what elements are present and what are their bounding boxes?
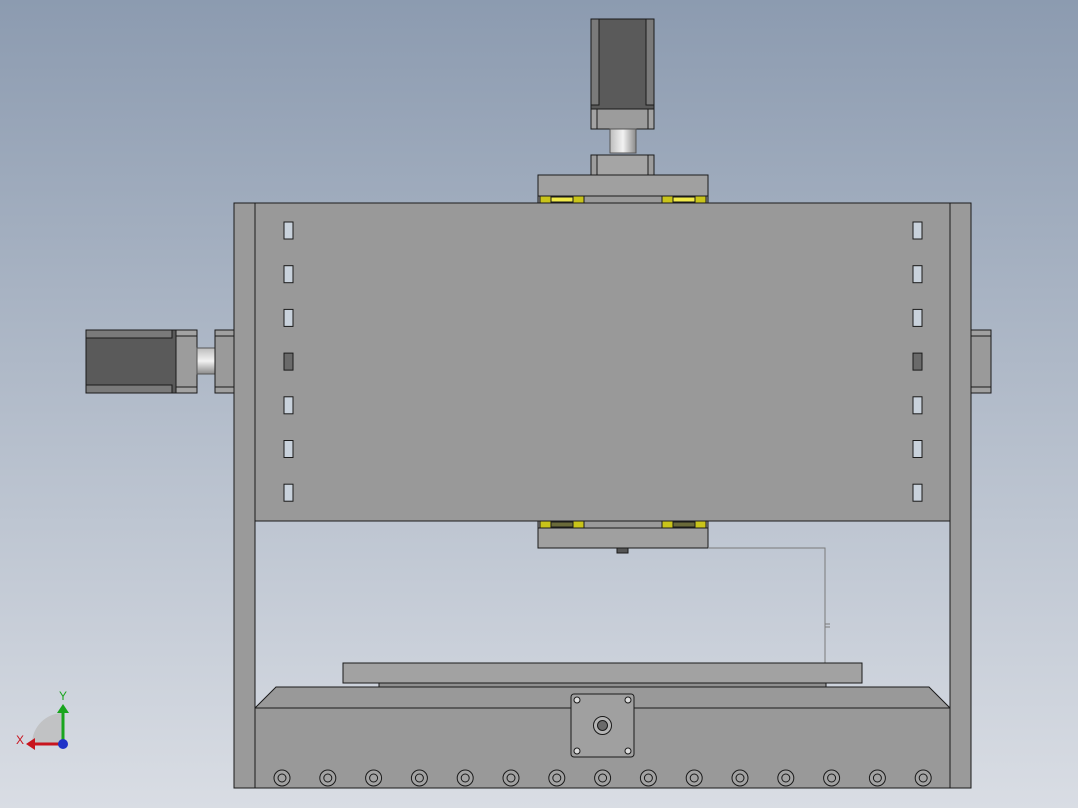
x-coupler-left-inner — [214, 335, 235, 388]
base-bolt-9 — [639, 769, 657, 787]
gantry-slot-right-3 — [912, 308, 923, 327]
gantry-slot-right-4 — [912, 352, 923, 371]
z-coupler-inner — [596, 154, 649, 176]
gantry-slot-left-3 — [283, 308, 294, 327]
frame-upright-left — [233, 202, 256, 789]
gantry-panel[interactable] — [254, 202, 951, 522]
base-bolt-row — [273, 769, 932, 787]
base-bolt-3 — [365, 769, 383, 787]
base-bolt-11 — [731, 769, 749, 787]
bearing-top-left-window — [550, 196, 574, 203]
bearing-bottom-right-window — [672, 521, 696, 528]
base-bolt-1 — [273, 769, 291, 787]
cad-model-view[interactable]: X Y — [0, 0, 1078, 808]
work-table[interactable] — [342, 662, 863, 688]
z-motor-edge-left — [590, 18, 600, 106]
triad-y-label: Y — [59, 689, 67, 703]
x-motor-edge-top — [85, 329, 173, 339]
frame-upright-right — [949, 202, 972, 789]
graphics-viewport[interactable]: X Y — [0, 0, 1078, 808]
base-bolt-8 — [594, 769, 612, 787]
z-motor-shaft — [609, 128, 637, 154]
x-motor-flange-inner — [175, 335, 198, 388]
x-motor-edge-bottom — [85, 384, 173, 394]
y-motor-screw-br — [624, 747, 632, 755]
base-bolt-2 — [319, 769, 337, 787]
z-carriage-top[interactable] — [537, 174, 709, 204]
base-bolt-13 — [823, 769, 841, 787]
gantry-slot-left-5 — [283, 396, 294, 415]
z-carriage-top-plate — [537, 174, 709, 197]
base-bolt-4 — [410, 769, 428, 787]
base-bolt-12 — [777, 769, 795, 787]
bearing-bottom-left-window — [550, 521, 574, 528]
gantry-slot-right-5 — [912, 396, 923, 415]
gantry-slot-left-7 — [283, 483, 294, 502]
y-motor-screw-tr — [624, 696, 632, 704]
base-bolt-5 — [456, 769, 474, 787]
z-motor-edge-right — [645, 18, 655, 106]
gantry-slot-right-1 — [912, 221, 923, 240]
spindle-tip — [616, 547, 629, 554]
y-motor-shaft-inner — [597, 720, 608, 731]
gantry-slot-left-4 — [283, 352, 294, 371]
base-bolt-10 — [685, 769, 703, 787]
x-motor-shaft — [196, 347, 216, 375]
z-carriage-bottom-plate — [537, 527, 709, 549]
base-bolt-14 — [868, 769, 886, 787]
gantry-slot-right-2 — [912, 265, 923, 284]
triad-z-axis — [58, 739, 68, 749]
triad-x-label: X — [16, 733, 24, 747]
gantry-slot-right-7 — [912, 483, 923, 502]
bearing-top-right-window — [672, 196, 696, 203]
base-bolt-7 — [548, 769, 566, 787]
base-bolt-6 — [502, 769, 520, 787]
gantry-slot-left-1 — [283, 221, 294, 240]
work-table-rail — [378, 682, 827, 688]
x-motor-body — [85, 329, 177, 394]
y-motor-screw-tl — [573, 696, 581, 704]
z-motor-flange-inner — [596, 108, 649, 130]
gantry-slot-left-2 — [283, 265, 294, 284]
z-carriage-bottom[interactable] — [537, 520, 709, 554]
x-bearing-right — [970, 329, 992, 394]
y-axis-motor-face[interactable] — [570, 693, 635, 758]
work-table-top — [342, 662, 863, 684]
base-bolt-15 — [914, 769, 932, 787]
y-motor-screw-bl — [573, 747, 581, 755]
gantry-slot-right-6 — [912, 440, 923, 458]
gantry-slot-left-6 — [283, 440, 294, 458]
gantry-panel-face — [254, 202, 951, 522]
z-motor-body — [590, 18, 655, 110]
